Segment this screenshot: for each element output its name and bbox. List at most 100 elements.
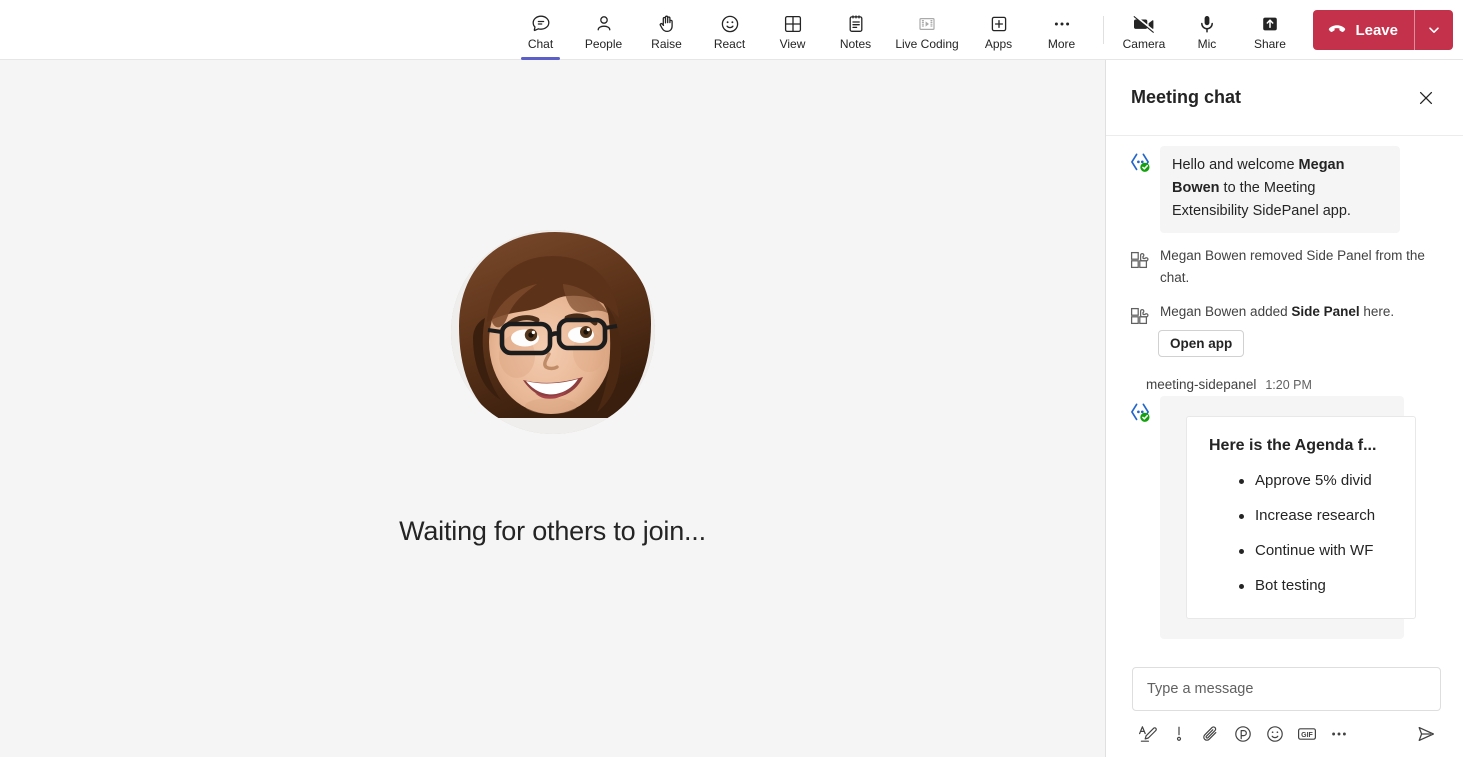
live-coding-icon	[916, 13, 938, 35]
people-icon	[593, 13, 615, 35]
toolbar-divider	[1103, 16, 1105, 44]
more-ellipsis-icon	[1329, 724, 1349, 744]
toolbar-item-label: Camera	[1122, 36, 1166, 51]
toolbar-item-share[interactable]: Share	[1238, 0, 1301, 60]
leave-options-button[interactable]	[1415, 10, 1453, 50]
chat-panel-title: Meeting chat	[1131, 87, 1242, 107]
send-button[interactable]	[1411, 719, 1441, 749]
raise-hand-icon	[656, 13, 678, 35]
emoji-icon	[1265, 724, 1285, 744]
added-app-name: Side Panel	[1291, 304, 1360, 319]
hangup-icon	[1327, 23, 1347, 37]
toolbar-item-label: Chat	[527, 36, 554, 51]
toolbar-item-label: Raise	[651, 36, 682, 51]
loop-icon	[1233, 724, 1253, 744]
toolbar-item-label: Share	[1253, 36, 1286, 51]
leave-button-label: Leave	[1355, 21, 1398, 39]
notes-icon	[845, 13, 867, 35]
chat-icon	[530, 13, 552, 35]
toolbar-item-label: Mic	[1197, 36, 1217, 51]
agenda-adaptive-card[interactable]: Here is the Agenda f... Approve 5% divid…	[1186, 416, 1416, 619]
meeting-body: Waiting for others to join... Meeting ch…	[0, 60, 1463, 757]
mic-icon	[1196, 13, 1218, 35]
apps-puzzle-icon	[1128, 301, 1158, 357]
teams-meeting-window: Chat People Raise React View Notes Live …	[0, 0, 1463, 757]
toolbar-item-label: People	[584, 36, 623, 51]
message-composer: GIF	[1106, 667, 1463, 757]
agenda-list-item: Bot testing	[1187, 576, 1415, 596]
format-button[interactable]	[1132, 719, 1162, 749]
chat-bubble-text: Hello and welcome Megan Bowen to the Mee…	[1172, 154, 1388, 223]
toolbar-item-label: Notes	[839, 36, 872, 51]
agenda-item-list: Approve 5% divid Increase research Conti…	[1187, 471, 1415, 596]
chat-message-list[interactable]: Hello and welcome Megan Bowen to the Mee…	[1106, 136, 1463, 667]
apps-puzzle-icon	[1128, 245, 1158, 289]
attach-icon	[1201, 724, 1221, 744]
chat-message-agenda-card: Here is the Agenda f... Approve 5% divid…	[1106, 394, 1463, 639]
toolbar-item-more[interactable]: More	[1030, 0, 1093, 60]
more-ellipsis-icon	[1051, 13, 1073, 35]
open-app-button[interactable]: Open app	[1158, 330, 1245, 357]
toolbar-item-camera[interactable]: Camera	[1112, 0, 1175, 60]
leave-button[interactable]: Leave	[1313, 10, 1414, 50]
leave-button-group[interactable]: Leave	[1313, 10, 1453, 50]
toolbar-item-label: Apps	[984, 36, 1013, 51]
emoji-button[interactable]	[1260, 719, 1290, 749]
bot-app-icon	[1128, 396, 1158, 639]
toolbar-item-label: React	[713, 36, 746, 51]
composer-toolbar: GIF	[1132, 719, 1441, 749]
toolbar-item-raise[interactable]: Raise	[635, 0, 698, 60]
meeting-toolbar: Chat People Raise React View Notes Live …	[0, 0, 1463, 60]
toolbar-item-view[interactable]: View	[761, 0, 824, 60]
avatar	[450, 230, 655, 434]
toolbar-item-notes[interactable]: Notes	[824, 0, 887, 60]
composer-more-button[interactable]	[1324, 719, 1354, 749]
device-controls-group: Camera Mic Share Leave	[1095, 0, 1453, 60]
meeting-chat-panel: Meeting chat Hello and welcome Megan Bow…	[1105, 60, 1463, 757]
chat-message-meta: meeting-sidepanel 1:20 PM	[1106, 357, 1463, 394]
chevron-down-icon	[1426, 22, 1442, 38]
chat-panel-header: Meeting chat	[1106, 60, 1463, 136]
close-icon	[1417, 89, 1435, 107]
share-up-icon	[1259, 13, 1281, 35]
agenda-list-item: Approve 5% divid	[1187, 471, 1415, 491]
system-message-text: Megan Bowen added Side Panel here.	[1158, 301, 1394, 323]
waiting-message: Waiting for others to join...	[399, 516, 706, 546]
gif-button[interactable]: GIF	[1292, 719, 1322, 749]
toolbar-item-apps[interactable]: Apps	[967, 0, 1030, 60]
apps-plus-icon	[988, 13, 1010, 35]
message-input-box[interactable]	[1132, 667, 1441, 711]
loop-button[interactable]	[1228, 719, 1258, 749]
importance-icon	[1169, 724, 1189, 744]
chat-message-app-removed: Megan Bowen removed Side Panel from the …	[1106, 233, 1463, 289]
meeting-controls-group: Chat People Raise React View Notes Live …	[509, 0, 1093, 60]
toolbar-item-label: Live Coding	[895, 36, 959, 51]
welcome-text-prefix: Hello and welcome	[1172, 157, 1299, 173]
stage-content: Waiting for others to join...	[399, 230, 706, 547]
chat-bubble: Hello and welcome Megan Bowen to the Mee…	[1160, 146, 1400, 233]
chat-message-app-added: Megan Bowen added Side Panel here. Open …	[1106, 289, 1463, 357]
toolbar-item-people[interactable]: People	[572, 0, 635, 60]
close-chat-button[interactable]	[1411, 83, 1441, 113]
toolbar-item-live-coding[interactable]: Live Coding	[887, 0, 967, 60]
message-timestamp: 1:20 PM	[1265, 378, 1312, 392]
message-input[interactable]	[1147, 681, 1426, 697]
react-icon	[719, 13, 741, 35]
agenda-list-item: Increase research	[1187, 506, 1415, 526]
toolbar-item-mic[interactable]: Mic	[1175, 0, 1238, 60]
view-grid-icon	[782, 13, 804, 35]
added-text-suffix: here.	[1359, 304, 1395, 319]
svg-text:GIF: GIF	[1301, 732, 1313, 739]
toolbar-item-chat[interactable]: Chat	[509, 0, 572, 60]
message-sender-name: meeting-sidepanel	[1146, 377, 1257, 392]
system-message-text: Megan Bowen removed Side Panel from the …	[1160, 248, 1425, 285]
toolbar-item-react[interactable]: React	[698, 0, 761, 60]
importance-button[interactable]	[1164, 719, 1194, 749]
toolbar-item-label: More	[1047, 36, 1076, 51]
attach-button[interactable]	[1196, 719, 1226, 749]
chat-bubble: Here is the Agenda f... Approve 5% divid…	[1160, 396, 1416, 639]
added-text-prefix: Megan Bowen added	[1160, 304, 1292, 319]
format-icon	[1137, 724, 1157, 744]
meeting-stage: Waiting for others to join...	[0, 60, 1105, 757]
chat-message-bot-welcome: Hello and welcome Megan Bowen to the Mee…	[1106, 146, 1463, 233]
